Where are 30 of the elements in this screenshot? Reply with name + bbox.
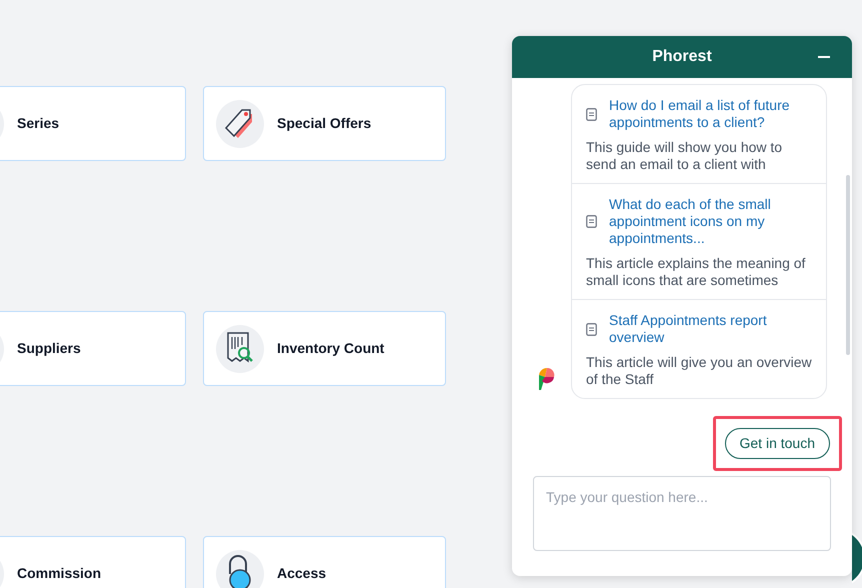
tile-card[interactable]: Inventory Count [203, 311, 446, 386]
padlock-icon [216, 550, 264, 588]
document-icon [586, 108, 597, 120]
article-link[interactable]: What do each of the small appointment icons on my appointments... [609, 196, 812, 247]
article-link[interactable]: Staff Appointments report overview [609, 312, 812, 346]
article-link[interactable]: How do I email a list of future appointments to a client? [609, 97, 812, 131]
article-summary: This article explains the meaning of small icons that are sometimes [586, 255, 806, 289]
tile-label: Special Offers [277, 114, 372, 133]
tile-card[interactable]: Series [0, 86, 186, 161]
tile-label: Commission [17, 564, 102, 583]
minimize-icon[interactable] [818, 56, 830, 58]
receipt-magnifier-icon [216, 324, 264, 372]
tile-label: Series [17, 114, 60, 133]
tile-label: Inventory Count [277, 339, 384, 358]
price-tag-icon [216, 100, 264, 148]
get-in-touch-button[interactable]: Get in touch [724, 428, 830, 459]
tile-card[interactable]: Access [203, 536, 446, 588]
scrollbar-thumb[interactable] [846, 175, 850, 355]
chat-title: Phorest [652, 47, 712, 67]
tile-card[interactable]: Special Offers [203, 86, 446, 161]
article-summary: This article will give you an overview of the Staff [586, 354, 812, 388]
logo-icon [537, 367, 557, 391]
article-summary: This guide will show you how to send an email to a client with [586, 139, 784, 173]
document-icon [586, 322, 597, 336]
tile-card[interactable]: Suppliers [0, 311, 186, 386]
tile-label: Access [277, 564, 326, 583]
question-input-field[interactable]: Type your question here... [533, 476, 831, 551]
tile-label: Suppliers [17, 339, 81, 358]
tile-card[interactable]: Commission [0, 536, 186, 588]
document-icon [586, 215, 597, 228]
